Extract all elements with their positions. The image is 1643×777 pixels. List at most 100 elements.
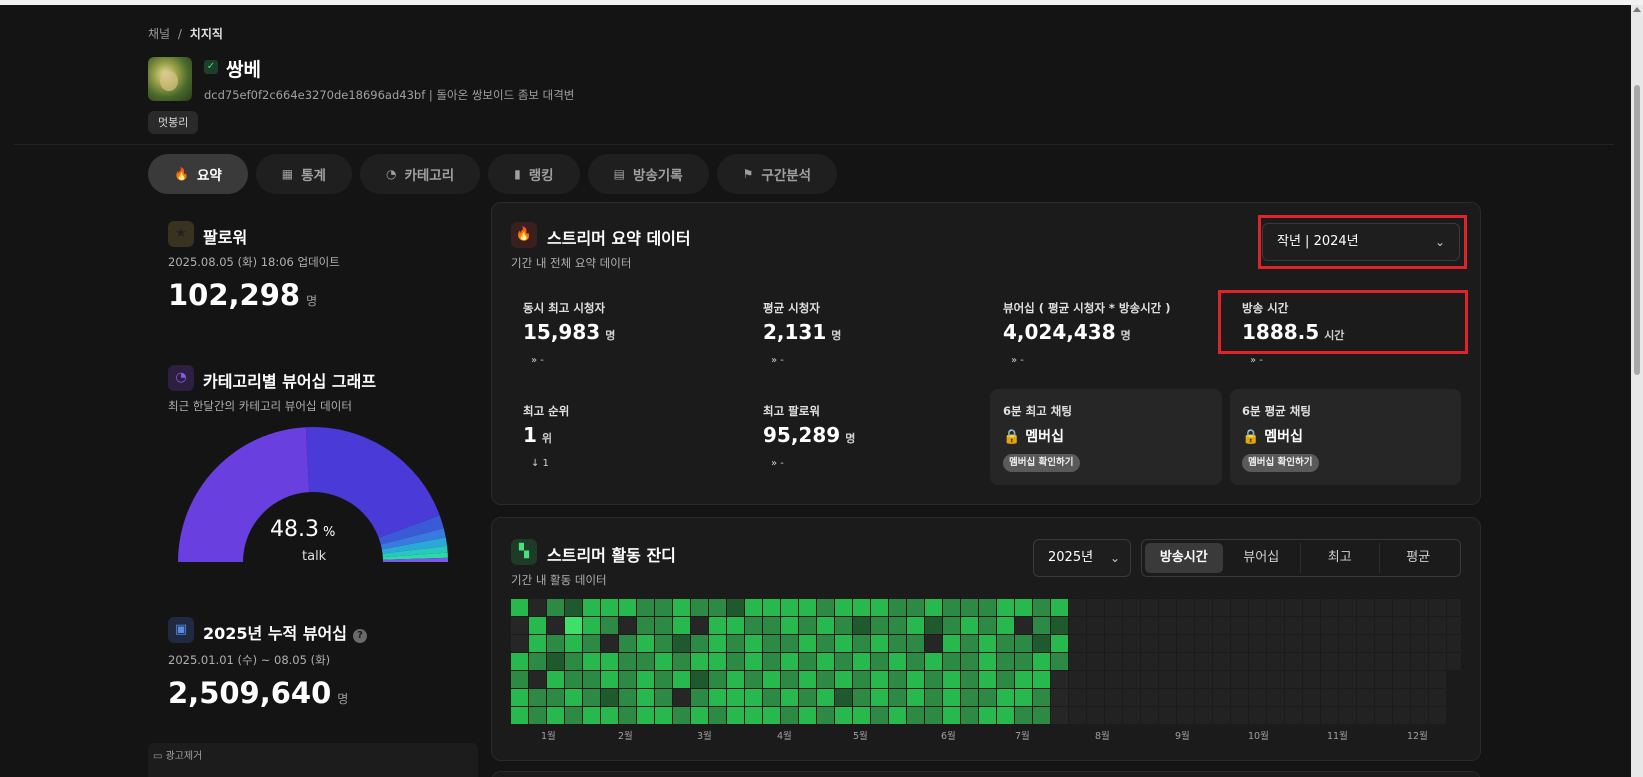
- heatmap-cell[interactable]: [799, 653, 816, 670]
- heatmap-cell[interactable]: [1141, 689, 1158, 706]
- heatmap-cell[interactable]: [1141, 653, 1158, 670]
- heatmap-cell[interactable]: [1303, 635, 1320, 652]
- heatmap-cell[interactable]: [763, 689, 780, 706]
- heatmap-cell[interactable]: [673, 635, 690, 652]
- heatmap-cell[interactable]: [1213, 707, 1230, 724]
- heatmap-cell[interactable]: [1033, 635, 1050, 652]
- channel-tag[interactable]: 멋봉리: [148, 111, 199, 134]
- heatmap-cell[interactable]: [529, 707, 546, 724]
- heatmap-cell[interactable]: [1447, 689, 1461, 706]
- heatmap-cell[interactable]: [1015, 635, 1032, 652]
- heatmap-cell[interactable]: [1339, 599, 1356, 616]
- heatmap-cell[interactable]: [1087, 617, 1104, 634]
- heatmap-cell[interactable]: [1393, 617, 1410, 634]
- heatmap-cell[interactable]: [1177, 689, 1194, 706]
- heatmap-cell[interactable]: [1339, 707, 1356, 724]
- heatmap-cell[interactable]: [1393, 689, 1410, 706]
- heatmap-cell[interactable]: [835, 599, 852, 616]
- heatmap-cell[interactable]: [781, 617, 798, 634]
- heatmap-cell[interactable]: [1321, 599, 1338, 616]
- heatmap-cell[interactable]: [979, 599, 996, 616]
- heatmap-cell[interactable]: [1393, 653, 1410, 670]
- heatmap-cell[interactable]: [1357, 689, 1374, 706]
- heatmap-cell[interactable]: [1051, 671, 1068, 688]
- heatmap-cell[interactable]: [979, 671, 996, 688]
- heatmap-cell[interactable]: [1195, 671, 1212, 688]
- heatmap-cell[interactable]: [763, 707, 780, 724]
- scroll-up-icon[interactable]: [1633, 7, 1641, 12]
- membership-check-button[interactable]: 멤버십 확인하기: [1242, 454, 1319, 472]
- activity-year-select[interactable]: 2025년 ⌄: [1033, 539, 1131, 577]
- heatmap-cell[interactable]: [853, 653, 870, 670]
- heatmap-cell[interactable]: [799, 635, 816, 652]
- tab-ranking[interactable]: ▮ 랭킹: [488, 154, 580, 194]
- heatmap-cell[interactable]: [1177, 653, 1194, 670]
- heatmap-cell[interactable]: [727, 689, 744, 706]
- heatmap-cell[interactable]: [907, 599, 924, 616]
- heatmap-cell[interactable]: [817, 653, 834, 670]
- heatmap-cell[interactable]: [1267, 635, 1284, 652]
- heatmap-cell[interactable]: [997, 689, 1014, 706]
- heatmap-cell[interactable]: [1087, 635, 1104, 652]
- heatmap-cell[interactable]: [1285, 635, 1302, 652]
- heatmap-cell[interactable]: [1303, 707, 1320, 724]
- heatmap-cell[interactable]: [619, 617, 636, 634]
- heatmap-cell[interactable]: [583, 599, 600, 616]
- tab-broadcast-history[interactable]: ▤ 방송기록: [587, 154, 709, 194]
- heatmap-cell[interactable]: [871, 599, 888, 616]
- heatmap-cell[interactable]: [997, 671, 1014, 688]
- heatmap-cell[interactable]: [1123, 635, 1140, 652]
- heatmap-cell[interactable]: [1159, 599, 1176, 616]
- heatmap-cell[interactable]: [673, 653, 690, 670]
- heatmap-cell[interactable]: [619, 671, 636, 688]
- heatmap-cell[interactable]: [1123, 707, 1140, 724]
- heatmap-cell[interactable]: [1213, 617, 1230, 634]
- heatmap-cell[interactable]: [637, 653, 654, 670]
- heatmap-cell[interactable]: [925, 617, 942, 634]
- heatmap-cell[interactable]: [781, 635, 798, 652]
- heatmap-cell[interactable]: [817, 599, 834, 616]
- heatmap-cell[interactable]: [673, 707, 690, 724]
- heatmap-cell[interactable]: [745, 707, 762, 724]
- heatmap-cell[interactable]: [817, 635, 834, 652]
- heatmap-cell[interactable]: [511, 671, 528, 688]
- tab-segment-analysis[interactable]: ⚑ 구간분석: [716, 154, 838, 194]
- heatmap-cell[interactable]: [529, 635, 546, 652]
- heatmap-cell[interactable]: [1033, 689, 1050, 706]
- heatmap-cell[interactable]: [871, 689, 888, 706]
- heatmap-cell[interactable]: [1051, 635, 1068, 652]
- heatmap-cell[interactable]: [1051, 689, 1068, 706]
- heatmap-cell[interactable]: [691, 599, 708, 616]
- heatmap-cell[interactable]: [1249, 599, 1266, 616]
- heatmap-cell[interactable]: [709, 707, 726, 724]
- heatmap-cell[interactable]: [1105, 635, 1122, 652]
- heatmap-cell[interactable]: [745, 635, 762, 652]
- heatmap-cell[interactable]: [619, 653, 636, 670]
- heatmap-cell[interactable]: [1303, 671, 1320, 688]
- heatmap-cell[interactable]: [1375, 707, 1392, 724]
- heatmap-cell[interactable]: [1033, 599, 1050, 616]
- heatmap-cell[interactable]: [1249, 653, 1266, 670]
- heatmap-cell[interactable]: [871, 671, 888, 688]
- tab-summary[interactable]: 🔥 요약: [148, 154, 248, 194]
- heatmap-cell[interactable]: [547, 653, 564, 670]
- heatmap-cell[interactable]: [1411, 671, 1428, 688]
- heatmap-cell[interactable]: [781, 707, 798, 724]
- heatmap-cell[interactable]: [1321, 671, 1338, 688]
- heatmap-cell[interactable]: [1015, 617, 1032, 634]
- heatmap-cell[interactable]: [853, 689, 870, 706]
- heatmap-cell[interactable]: [655, 707, 672, 724]
- heatmap-cell[interactable]: [1429, 617, 1446, 634]
- heatmap-cell[interactable]: [565, 689, 582, 706]
- heatmap-cell[interactable]: [691, 689, 708, 706]
- heatmap-cell[interactable]: [781, 671, 798, 688]
- heatmap-cell[interactable]: [1105, 707, 1122, 724]
- heatmap-cell[interactable]: [799, 617, 816, 634]
- segment-viewership[interactable]: 뷰어십: [1223, 543, 1301, 573]
- heatmap-cell[interactable]: [1303, 689, 1320, 706]
- heatmap-cell[interactable]: [673, 671, 690, 688]
- heatmap-cell[interactable]: [817, 689, 834, 706]
- heatmap-cell[interactable]: [691, 653, 708, 670]
- heatmap-cell[interactable]: [853, 617, 870, 634]
- heatmap-cell[interactable]: [583, 671, 600, 688]
